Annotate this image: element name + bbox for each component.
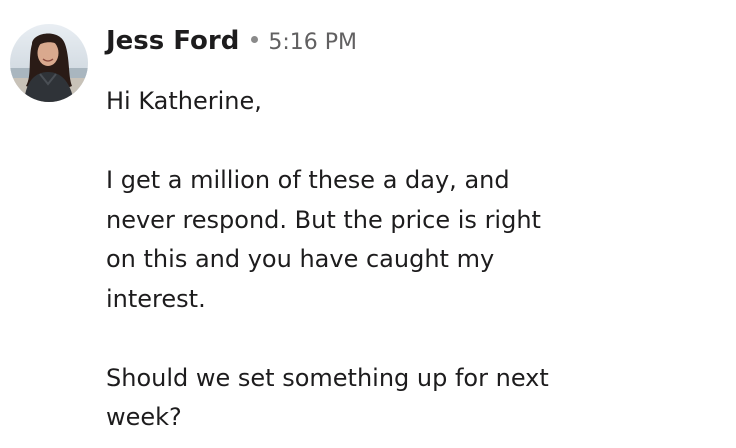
chat-message: Jess Ford 5:16 PM Hi Katherine, I get a … bbox=[0, 0, 736, 448]
message-timestamp[interactable]: 5:16 PM bbox=[268, 30, 357, 55]
avatar[interactable] bbox=[10, 24, 88, 102]
message-body: Hi Katherine, I get a million of these a… bbox=[106, 82, 646, 438]
separator-dot-icon bbox=[251, 36, 259, 43]
message-greeting: Hi Katherine, bbox=[106, 87, 262, 115]
message-line: interest. bbox=[106, 284, 206, 313]
author-name[interactable]: Jess Ford bbox=[106, 26, 239, 56]
message-line: on this and you have caught my bbox=[106, 245, 495, 273]
message-line: week? bbox=[106, 403, 182, 431]
message-line: I get a million of these a day, and bbox=[106, 166, 510, 194]
message-line: never respond. But the price is right bbox=[106, 205, 541, 234]
avatar-photo-icon bbox=[10, 24, 88, 102]
message-header: Jess Ford 5:16 PM bbox=[106, 26, 357, 56]
message-line: Should we set something up for next bbox=[106, 363, 549, 392]
